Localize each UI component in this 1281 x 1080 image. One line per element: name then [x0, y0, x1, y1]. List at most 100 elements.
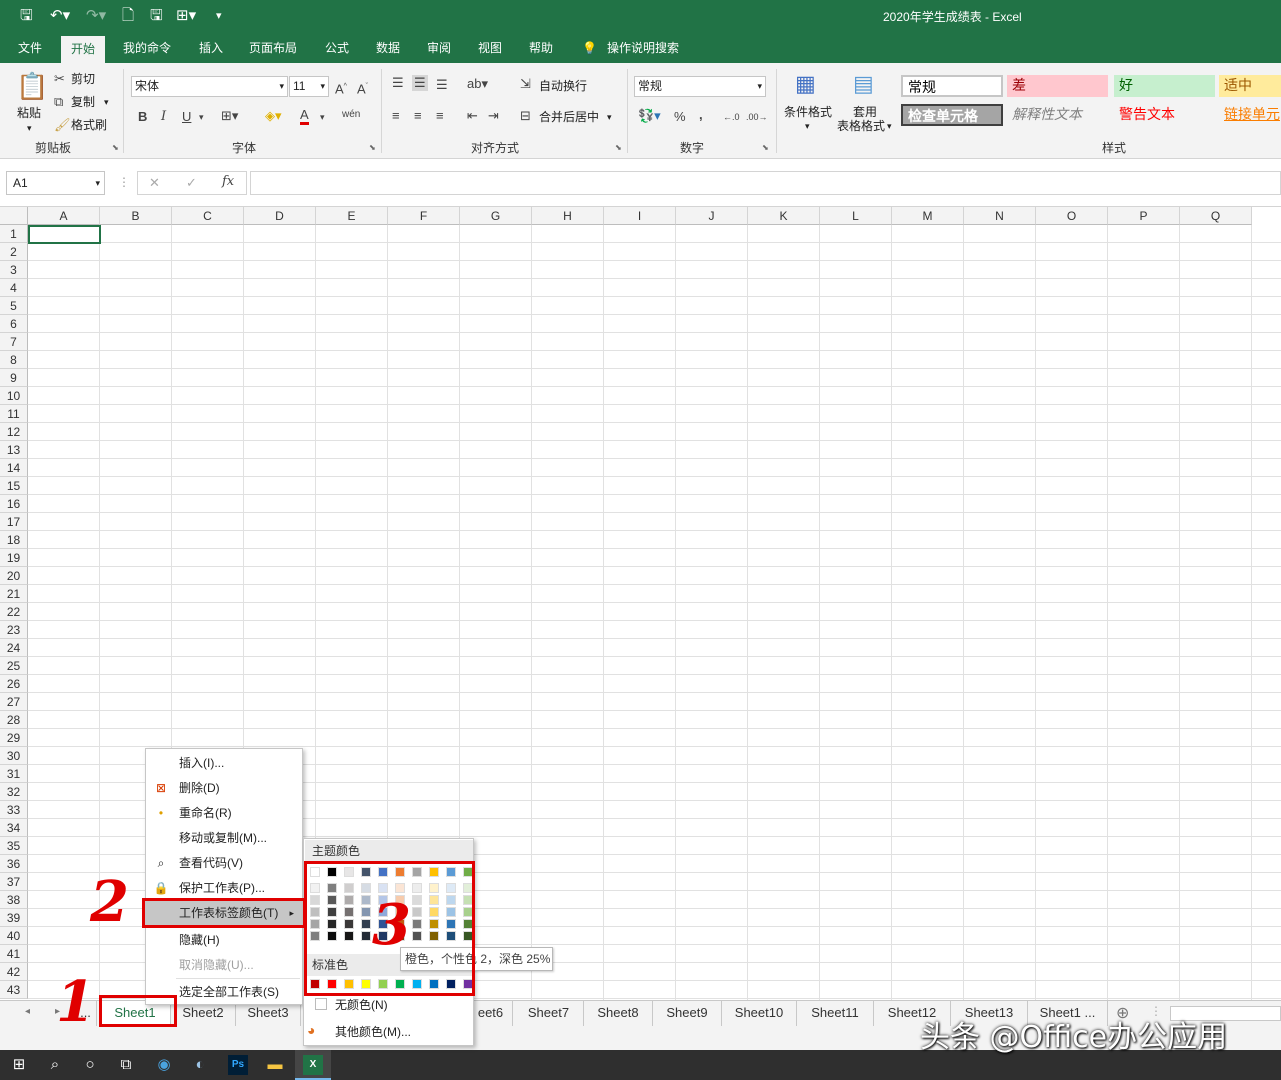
row-header-22[interactable]: 22: [0, 603, 28, 621]
currency-icon[interactable]: 💱▾: [638, 108, 661, 124]
increase-font-icon[interactable]: A^: [335, 79, 347, 97]
conditional-format-icon[interactable]: ▦: [795, 71, 816, 97]
row-header-20[interactable]: 20: [0, 567, 28, 585]
align-bottom-icon[interactable]: ☰: [436, 77, 448, 93]
row-header-26[interactable]: 26: [0, 675, 28, 693]
select-all-corner[interactable]: [0, 207, 28, 225]
formula-input[interactable]: [250, 171, 1281, 195]
row-header-24[interactable]: 24: [0, 639, 28, 657]
browser-icon[interactable]: ◉: [154, 1055, 174, 1075]
column-header-E[interactable]: E: [316, 207, 388, 225]
column-header-Q[interactable]: Q: [1180, 207, 1252, 225]
row-header-40[interactable]: 40: [0, 927, 28, 945]
format-painter-button[interactable]: 格式刷: [71, 117, 107, 133]
sheet-tab-7[interactable]: Sheet9: [653, 1001, 722, 1026]
font-launcher-icon[interactable]: ⬊: [369, 143, 376, 152]
cell-style-5[interactable]: 解释性文本: [1007, 104, 1108, 126]
context-menu-item-2[interactable]: • 重命名(R): [146, 801, 302, 825]
task-view-icon[interactable]: ⧉: [116, 1055, 136, 1075]
photoshop-icon[interactable]: Ps: [228, 1055, 248, 1075]
row-header-15[interactable]: 15: [0, 477, 28, 495]
row-header-25[interactable]: 25: [0, 657, 28, 675]
cell-style-2[interactable]: 好: [1114, 75, 1215, 97]
save-icon[interactable]: 🖫: [20, 7, 33, 25]
cut-icon[interactable]: ✂: [54, 71, 65, 87]
column-header-F[interactable]: F: [388, 207, 460, 225]
enter-icon[interactable]: ✓: [186, 175, 197, 191]
number-format-box[interactable]: 常规 ▾: [634, 76, 766, 97]
row-header-34[interactable]: 34: [0, 819, 28, 837]
row-header-27[interactable]: 27: [0, 693, 28, 711]
cell-style-3[interactable]: 适中: [1219, 75, 1281, 97]
borders-icon[interactable]: ⊞▾: [221, 108, 238, 124]
underline-dropdown-icon[interactable]: ▾: [199, 109, 204, 125]
cortana-icon[interactable]: ○: [80, 1055, 100, 1075]
decrease-decimal-icon[interactable]: .00→: [746, 109, 768, 125]
row-header-9[interactable]: 9: [0, 369, 28, 387]
tab-insert[interactable]: 插入: [199, 39, 223, 57]
column-header-M[interactable]: M: [892, 207, 964, 225]
table-icon[interactable]: ⊞▾: [176, 7, 196, 25]
sheet-tab-9[interactable]: Sheet11: [797, 1001, 874, 1026]
tab-help[interactable]: 帮助: [529, 39, 553, 57]
row-header-1[interactable]: 1: [0, 225, 28, 243]
row-header-13[interactable]: 13: [0, 441, 28, 459]
align-top-icon[interactable]: ☰: [392, 75, 404, 91]
column-header-J[interactable]: J: [676, 207, 748, 225]
column-header-P[interactable]: P: [1108, 207, 1180, 225]
column-header-H[interactable]: H: [532, 207, 604, 225]
row-header-19[interactable]: 19: [0, 549, 28, 567]
row-header-14[interactable]: 14: [0, 459, 28, 477]
column-header-D[interactable]: D: [244, 207, 316, 225]
row-header-28[interactable]: 28: [0, 711, 28, 729]
cell-style-6[interactable]: 警告文本: [1114, 104, 1215, 126]
row-header-42[interactable]: 42: [0, 963, 28, 981]
cancel-icon[interactable]: ✕: [149, 175, 160, 191]
row-header-11[interactable]: 11: [0, 405, 28, 423]
excel-icon[interactable]: X: [303, 1055, 323, 1075]
row-header-23[interactable]: 23: [0, 621, 28, 639]
context-menu-item-4[interactable]: ⌕ 查看代码(V): [146, 851, 302, 875]
number-launcher-icon[interactable]: ⬊: [762, 143, 769, 152]
chevron-down-icon[interactable]: ▾: [95, 172, 100, 194]
context-menu-item-3[interactable]: 移动或复制(M)...: [146, 826, 302, 850]
active-cell[interactable]: [28, 225, 101, 244]
merge-center-button[interactable]: 合并后居中: [539, 109, 599, 125]
row-header-37[interactable]: 37: [0, 873, 28, 891]
new-file-icon[interactable]: 🗋: [122, 7, 134, 25]
align-right-icon[interactable]: ≡: [436, 108, 444, 124]
row-header-12[interactable]: 12: [0, 423, 28, 441]
cell-style-4[interactable]: 检查单元格: [901, 104, 1003, 126]
increase-indent-icon[interactable]: ⇥: [488, 108, 499, 124]
column-header-O[interactable]: O: [1036, 207, 1108, 225]
decrease-font-icon[interactable]: Aˇ: [357, 79, 368, 97]
no-color-swatch[interactable]: [315, 998, 327, 1010]
chevron-down-icon[interactable]: ▾: [279, 77, 284, 95]
undo-icon[interactable]: ↶▾: [50, 7, 70, 25]
paste-button[interactable]: 粘贴: [17, 105, 41, 121]
tab-review[interactable]: 审阅: [427, 39, 451, 57]
fill-color-icon[interactable]: ◈▾: [265, 108, 282, 124]
context-menu-item-0[interactable]: 插入(I)...: [146, 751, 302, 775]
column-header-K[interactable]: K: [748, 207, 820, 225]
font-color-icon[interactable]: A: [300, 108, 309, 125]
sheet-tab-5[interactable]: Sheet7: [514, 1001, 584, 1026]
clipboard-launcher-icon[interactable]: ⬊: [112, 143, 119, 152]
column-header-B[interactable]: B: [100, 207, 172, 225]
conditional-dropdown-icon[interactable]: ▾: [805, 118, 810, 134]
merge-center-icon[interactable]: ⊟: [520, 108, 531, 124]
row-header-30[interactable]: 30: [0, 747, 28, 765]
tab-data[interactable]: 数据: [376, 39, 400, 57]
customize-qat-icon[interactable]: ▾: [216, 7, 222, 25]
row-header-33[interactable]: 33: [0, 801, 28, 819]
row-header-29[interactable]: 29: [0, 729, 28, 747]
font-color-dropdown-icon[interactable]: ▾: [320, 109, 325, 125]
bold-button[interactable]: B: [138, 109, 147, 125]
column-header-N[interactable]: N: [964, 207, 1036, 225]
decrease-indent-icon[interactable]: ⇤: [467, 108, 478, 124]
align-center-icon[interactable]: ≡: [414, 108, 422, 124]
row-header-10[interactable]: 10: [0, 387, 28, 405]
row-header-4[interactable]: 4: [0, 279, 28, 297]
row-header-3[interactable]: 3: [0, 261, 28, 279]
column-header-G[interactable]: G: [460, 207, 532, 225]
